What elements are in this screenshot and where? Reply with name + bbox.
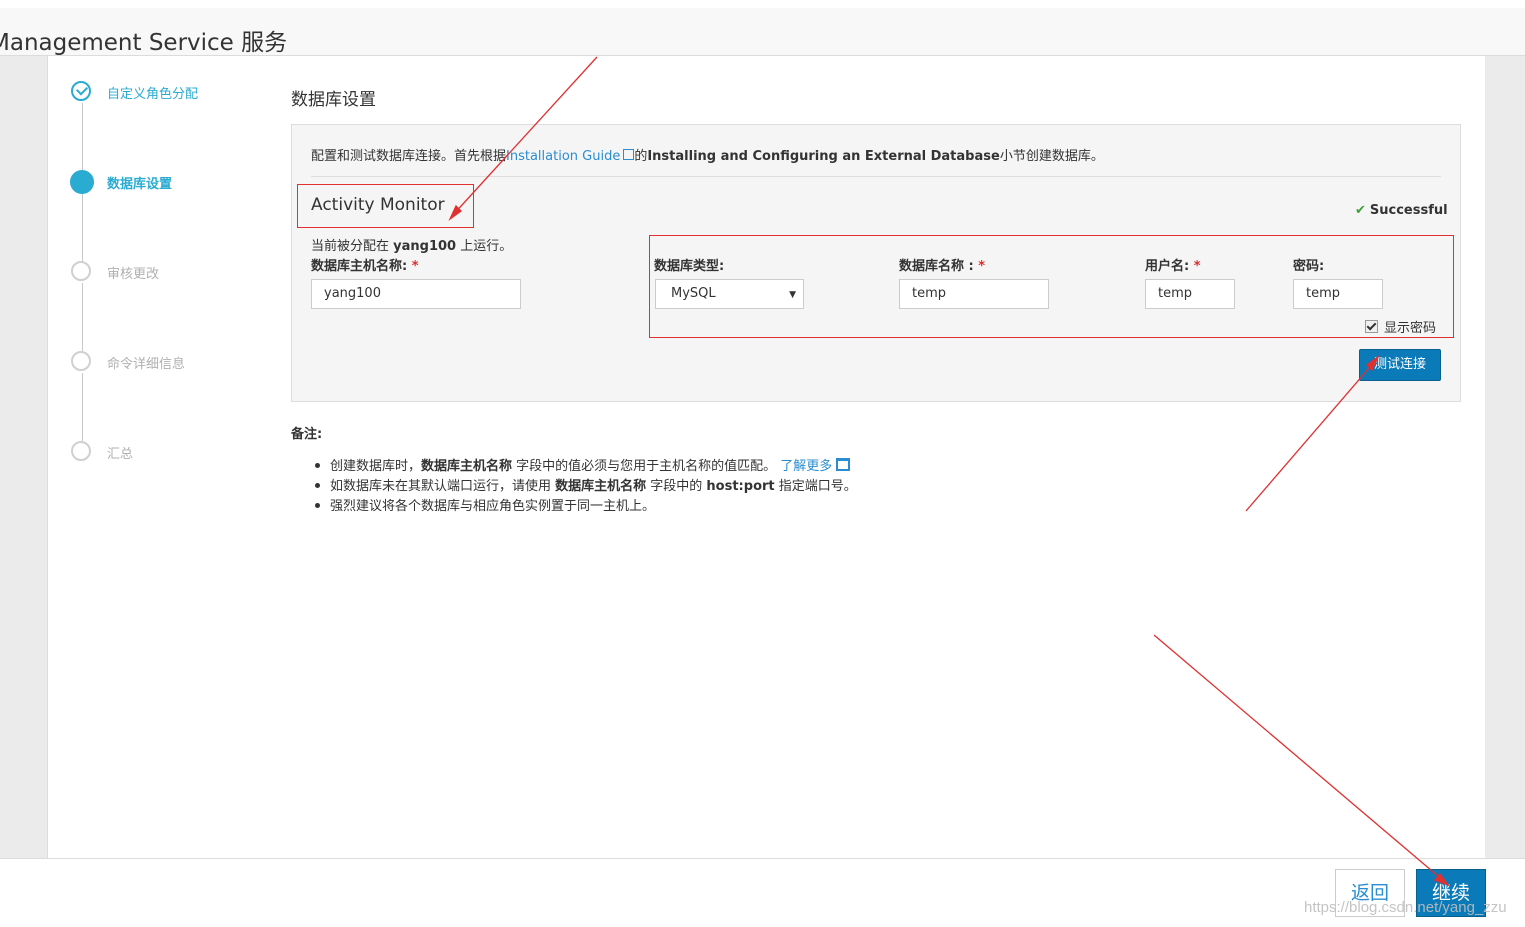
- step-connector: [82, 283, 83, 351]
- wizard-step-database-setup[interactable]: 数据库设置: [107, 173, 172, 192]
- page-title: Management Service 服务: [0, 30, 288, 56]
- assigned-host-text: 当前被分配在 yang100 上运行。: [311, 235, 512, 254]
- assigned-host: yang100: [393, 239, 457, 254]
- installation-guide-link[interactable]: Installation Guide: [506, 149, 620, 164]
- db-type-value: MySQL: [671, 286, 716, 301]
- note-text: 指定端口号。: [774, 479, 857, 494]
- required-mark: *: [411, 259, 419, 274]
- status-text: Successful: [1369, 203, 1448, 218]
- checkbox-checked-icon[interactable]: [1365, 320, 1378, 333]
- header-bar: Management Service 服务: [0, 8, 1525, 56]
- bullet-icon: [315, 503, 320, 508]
- assigned-suffix: 上运行。: [456, 239, 513, 254]
- wizard-step-command-details: 命令详细信息: [107, 357, 186, 372]
- step-connector: [82, 194, 83, 261]
- dropdown-caret-icon: ▼: [789, 290, 796, 300]
- footer-bar: [0, 858, 1525, 927]
- db-host-label: 数据库主机名称: *: [311, 255, 419, 274]
- step-pending-icon: [71, 351, 91, 371]
- watermark: https://blog.csdn.net/yang_zzu: [1304, 899, 1507, 916]
- role-title: Activity Monitor: [311, 195, 445, 215]
- note-text: 字段中的: [646, 479, 707, 494]
- note-text: 创建数据库时，: [330, 459, 422, 474]
- assigned-prefix: 当前被分配在: [311, 239, 394, 254]
- username-input[interactable]: temp: [1145, 279, 1235, 309]
- step-active-icon: [70, 170, 94, 194]
- password-label: 密码:: [1293, 259, 1325, 274]
- step-connector: [82, 103, 83, 171]
- show-password-label: 显示密码: [1384, 321, 1437, 336]
- intro-prefix: 配置和测试数据库连接。首先根据: [311, 149, 507, 164]
- note-item: 如数据库未在其默认端口运行，请使用 数据库主机名称 字段中的 host:port…: [315, 475, 857, 494]
- wizard-step-review-changes: 审核更改: [107, 267, 160, 282]
- db-type-label: 数据库类型:: [654, 259, 725, 274]
- step-done-icon: [71, 81, 91, 101]
- note-bold: 数据库主机名称: [555, 479, 647, 494]
- divider: [311, 176, 1441, 177]
- learn-more-link[interactable]: 了解更多: [780, 459, 832, 474]
- note-text: 字段中的值必须与您用于主机名称的值匹配。: [512, 459, 781, 474]
- external-link-icon: [623, 149, 635, 160]
- required-mark: *: [978, 259, 986, 274]
- db-name-label: 数据库名称 : *: [899, 255, 985, 274]
- note-item: 创建数据库时，数据库主机名称 字段中的值必须与您用于主机名称的值匹配。 了解更多: [315, 455, 851, 474]
- bullet-icon: [315, 463, 320, 468]
- note-bold: 数据库主机名称: [421, 459, 513, 474]
- db-host-label-text: 数据库主机名称:: [311, 259, 408, 274]
- step-connector: [82, 373, 83, 441]
- test-status: ✔ Successful: [1355, 203, 1448, 218]
- wizard-step-summary: 汇总: [107, 447, 134, 462]
- note-bold: host:port: [706, 479, 775, 494]
- db-type-select[interactable]: MySQL ▼: [655, 279, 804, 309]
- password-input[interactable]: temp: [1293, 279, 1383, 309]
- notes-title: 备注:: [291, 427, 323, 442]
- note-text: 如数据库未在其默认端口运行，请使用: [330, 479, 556, 494]
- test-connection-button[interactable]: 测试连接: [1359, 349, 1441, 381]
- note-text: 强烈建议将各个数据库与相应角色实例置于同一主机上。: [330, 499, 656, 514]
- note-item: 强烈建议将各个数据库与相应角色实例置于同一主机上。: [315, 495, 655, 514]
- bullet-icon: [315, 483, 320, 488]
- username-label: 用户名: *: [1145, 255, 1201, 274]
- popup-window-icon: [836, 458, 851, 471]
- intro-suffix: 小节创建数据库。: [999, 149, 1104, 164]
- db-name-label-text: 数据库名称 :: [899, 259, 974, 274]
- username-label-text: 用户名:: [1145, 259, 1190, 274]
- db-host-input[interactable]: yang100: [311, 279, 521, 309]
- check-icon: ✔: [1355, 203, 1366, 218]
- step-pending-icon: [71, 441, 91, 461]
- intro-text: 配置和测试数据库连接。首先根据Installation Guide 的Instal…: [311, 145, 1104, 164]
- db-name-input[interactable]: temp: [899, 279, 1049, 309]
- wizard-step-custom-role-assignment[interactable]: 自定义角色分配: [107, 83, 198, 102]
- required-mark: *: [1193, 259, 1201, 274]
- section-title: 数据库设置: [291, 90, 376, 110]
- intro-bold: Installing and Configuring an External D…: [647, 149, 1000, 164]
- step-pending-icon: [71, 261, 91, 281]
- show-password-checkbox[interactable]: 显示密码: [1365, 317, 1436, 336]
- intro-middle: 的: [634, 149, 648, 164]
